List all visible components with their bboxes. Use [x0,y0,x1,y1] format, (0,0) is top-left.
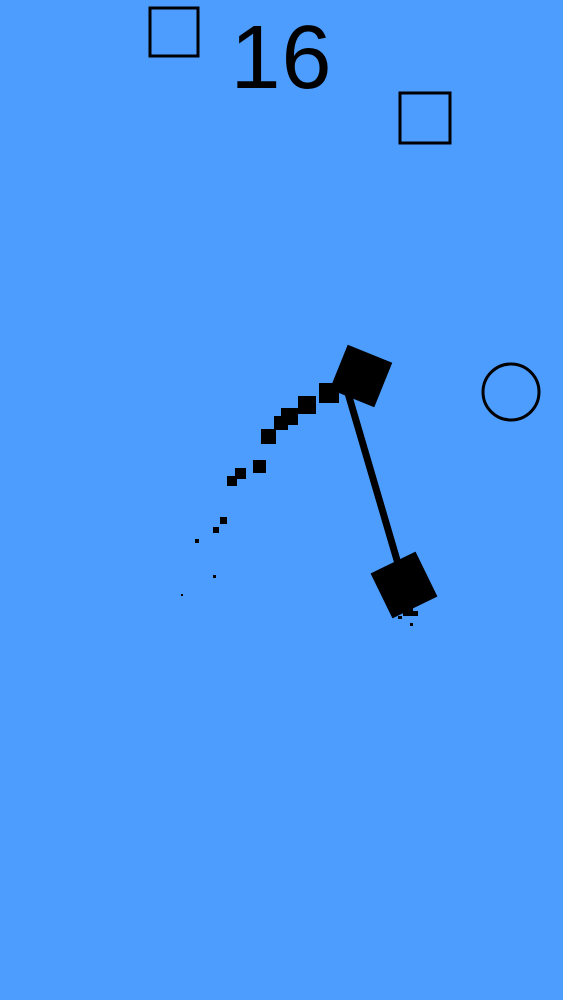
trail-particle [398,616,402,619]
filled-square-block-icon[interactable] [370,551,438,619]
trail-particle [213,575,216,578]
trail-particle [412,611,418,616]
trail-particle [274,416,288,430]
trail-particle [261,429,276,444]
trail-particle [298,396,316,414]
trail-particle [181,594,183,596]
trail-particle [220,517,227,524]
trail-particle [410,623,413,626]
hollow-square-target-icon [398,91,452,145]
game-canvas[interactable]: 16 [0,0,563,1000]
trail-particle [213,527,219,533]
trail-particle [253,460,266,473]
trail-particle [195,539,199,543]
pendulum-rod [341,379,408,588]
hollow-square-target-icon [148,6,200,58]
filled-square-block-icon[interactable] [329,344,393,408]
hollow-circle-target-icon [481,362,541,422]
trail-particle [227,476,237,486]
game-scene [148,6,541,626]
